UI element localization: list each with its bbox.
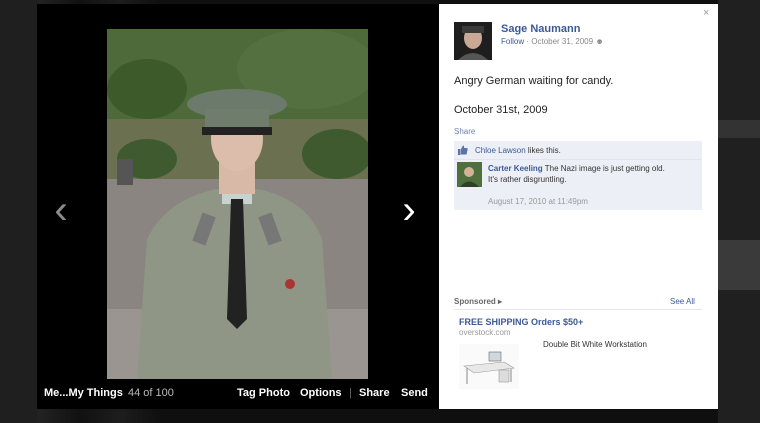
author-name-link[interactable]: Sage Naumann: [501, 23, 580, 35]
options-button[interactable]: Options: [300, 387, 342, 399]
author-avatar[interactable]: [454, 22, 492, 60]
ad-divider: [454, 309, 702, 310]
see-all-link[interactable]: See All: [670, 297, 695, 306]
megaphone-icon: ▸: [498, 297, 503, 306]
follow-link[interactable]: Follow: [501, 37, 524, 46]
likes-text: Chloe Lawson likes this.: [475, 146, 561, 155]
next-photo-arrow-icon[interactable]: ›: [399, 190, 419, 230]
comment-item: Carter Keeling The Nazi image is just ge…: [454, 160, 702, 210]
comment-text-line2: It's rather disgruntling.: [488, 175, 567, 184]
liker-name-link[interactable]: Chloe Lawson: [475, 146, 526, 155]
background-tile: [0, 0, 37, 423]
main-photo[interactable]: [107, 29, 368, 379]
tag-photo-button[interactable]: Tag Photo: [237, 387, 290, 399]
post-date: · October 31, 2009: [526, 37, 594, 46]
comment-timestamp[interactable]: August 17, 2010 at 11:49pm: [488, 197, 588, 206]
action-separator: |: [349, 387, 352, 399]
photo-image: [107, 29, 368, 379]
album-title-link[interactable]: Me...My Things: [44, 387, 123, 399]
commenter-avatar[interactable]: [457, 162, 482, 187]
ad-description: Double Bit White Workstation: [543, 340, 647, 349]
photo-stage: ‹ › Me...My Things 44 of 100 Tag Photo O…: [37, 4, 439, 409]
share-button[interactable]: Share: [359, 387, 390, 399]
avatar-image: [454, 22, 492, 60]
ad-title-link[interactable]: FREE SHIPPING Orders $50+: [459, 317, 583, 327]
sponsored-label: Sponsored: [454, 297, 496, 306]
thumbs-up-icon: [458, 145, 468, 155]
photo-details-panel: × Sage Naumann Follow · October 31, 2009…: [439, 4, 718, 409]
comment-body: Carter Keeling The Nazi image is just ge…: [488, 163, 696, 185]
caption-date: October 31st, 2009: [454, 104, 548, 116]
photo-position-counter: 44 of 100: [128, 387, 174, 399]
commenter-avatar-image: [457, 162, 482, 187]
post-meta: Follow · October 31, 2009 ☻: [501, 37, 604, 46]
ad-image[interactable]: [459, 344, 519, 389]
likes-summary: Chloe Lawson likes this.: [454, 141, 702, 160]
workstation-image: [459, 344, 519, 389]
comment-text-line1: The Nazi image is just getting old.: [542, 164, 665, 173]
close-icon[interactable]: ×: [703, 7, 709, 19]
send-button[interactable]: Send: [401, 387, 428, 399]
commenter-name-link[interactable]: Carter Keeling: [488, 164, 543, 173]
photo-action-bar: Me...My Things 44 of 100 Tag Photo Optio…: [37, 379, 439, 409]
likes-suffix: likes this.: [525, 146, 561, 155]
photo-caption: Angry German waiting for candy.: [454, 75, 614, 87]
sponsored-heading: Sponsored ▸: [454, 297, 502, 306]
previous-photo-arrow-icon[interactable]: ‹: [51, 190, 71, 230]
audience-icon[interactable]: ☻: [595, 37, 603, 46]
background-right-strip: [718, 0, 760, 423]
share-link[interactable]: Share: [454, 127, 475, 136]
ad-domain: overstock.com: [459, 328, 511, 337]
